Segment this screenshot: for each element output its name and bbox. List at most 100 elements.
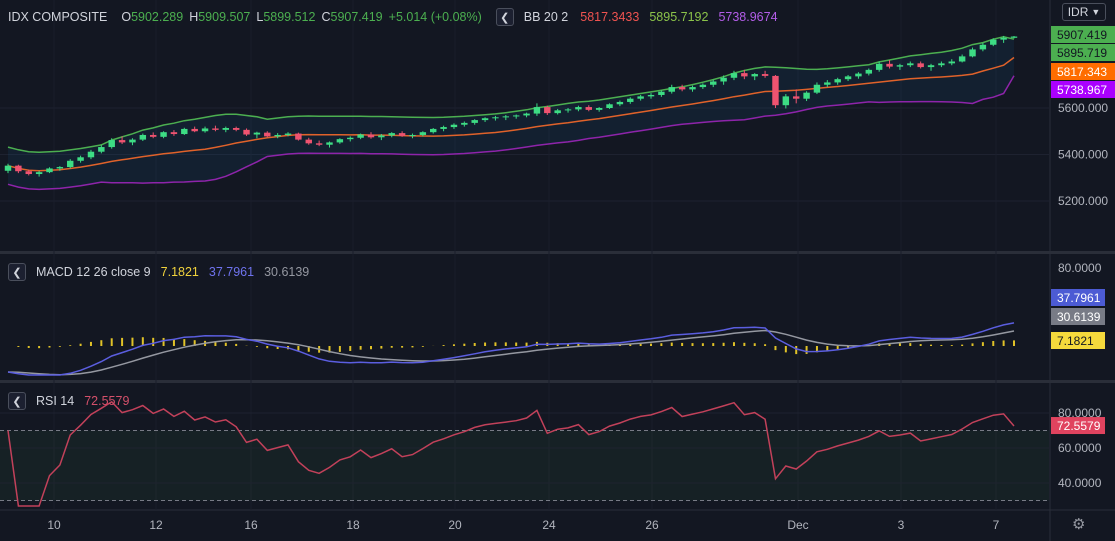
price-tag-label: 5738.967 [1057,83,1107,97]
candle-body [772,75,779,106]
candle-body [502,116,510,118]
candle-body [347,137,354,140]
candle-body [315,143,323,145]
time-tick-label: 7 [993,518,1000,532]
low-value: 5899.512 [263,10,316,24]
bb-basis-value: 5817.3433 [580,10,640,24]
candle-body [751,74,758,77]
candle-body [1000,37,1007,40]
symbol-title: IDX COMPOSITE [8,10,108,24]
macd-signal-line [7,329,1015,376]
chevron-down-icon: ▼ [1091,7,1101,17]
candle-body [440,127,447,129]
candle-body [46,168,53,173]
time-tick-label: 18 [346,518,360,532]
candle-body [523,113,530,116]
candle-body [430,128,437,133]
macd-hist-value: 7.1821 [160,265,199,279]
candle-body [886,63,893,67]
macd-signal-value: 30.6139 [264,265,310,279]
candle-body [979,44,987,50]
candle-body [512,115,520,117]
candle-body [181,128,188,135]
candle-body [595,108,603,110]
candle-body [792,96,800,99]
bb-label: BB 20 2 [523,10,569,24]
candle-body [803,92,810,99]
candle-body [1010,36,1018,38]
candle-body [647,94,655,97]
close-value: 5907.419 [330,10,383,24]
candle-body [958,56,966,62]
candle-body [969,49,976,57]
currency-label: IDR [1067,5,1089,19]
time-tick-label: 24 [542,518,556,532]
candle-body [471,120,478,123]
candle-body [927,65,935,68]
bb-upper-value: 5895.7192 [649,10,709,24]
macd-value: 37.7961 [208,265,255,279]
candle-body [409,134,416,136]
candle-body [212,128,219,130]
candle-body [917,63,924,68]
candle-body [367,134,375,138]
time-tick-label: 12 [149,518,163,532]
currency-dropdown[interactable]: IDR ▼ [1062,3,1106,21]
change-value: +5.014 (+0.08%) [388,10,482,24]
price-tag-label: 5895.719 [1057,46,1107,60]
candle-body [77,157,84,161]
rsi-tick-label: 40.0000 [1058,476,1102,490]
candle-body [170,132,178,135]
open-label: O [121,10,132,24]
candle-body [554,110,561,114]
candle-body [336,139,344,143]
candle-body [575,107,582,110]
candle-body [616,101,624,105]
candle-body [761,74,769,76]
rsi-band-fill [0,430,1049,501]
macd-tag-label: 7.1821 [1057,334,1094,348]
candle-body [25,171,32,175]
macd-line [7,322,1015,376]
candle-body [689,87,696,90]
candle-body [813,84,821,93]
gear-icon[interactable]: ⚙ [1072,515,1085,533]
rsi-tag-label: 72.5579 [1057,419,1101,433]
candle-body [658,91,665,95]
candle-body [938,63,945,66]
candle-body [492,117,499,119]
candle-body [782,96,790,106]
price-tick-label: 5400.000 [1058,148,1108,162]
candle-body [56,167,64,169]
candle-body [544,107,551,114]
chevron-left-icon[interactable]: ❮ [495,8,514,26]
macd-tag-label: 37.7961 [1057,291,1101,305]
pane-divider [0,380,1115,383]
candle-body [678,87,686,90]
open-value: 5902.289 [131,10,184,24]
price-tag-label: 5907.419 [1057,28,1107,42]
candle-body [533,107,541,114]
candle-body [710,81,717,85]
candle-body [637,96,644,99]
rsi-tick-label: 60.0000 [1058,441,1102,455]
candle-body [378,135,385,138]
chevron-left-icon[interactable]: ❮ [8,392,26,410]
candle-body [264,132,271,137]
candle-body [398,133,406,136]
candle-body [274,134,281,137]
candle-body [305,139,312,144]
candle-body [948,61,955,64]
chevron-left-icon[interactable]: ❮ [8,263,26,281]
candle-body [201,128,209,132]
candle-body [295,133,302,140]
candle-body [450,124,458,128]
candle-body [139,134,147,140]
candle-body [243,129,250,135]
price-tick-label: 5600.000 [1058,101,1108,115]
candle-body [720,77,727,82]
candle-body [627,98,634,102]
candle-body [232,127,240,130]
bb-lower-value: 5738.9674 [718,10,778,24]
time-tick-label: Dec [787,518,808,532]
